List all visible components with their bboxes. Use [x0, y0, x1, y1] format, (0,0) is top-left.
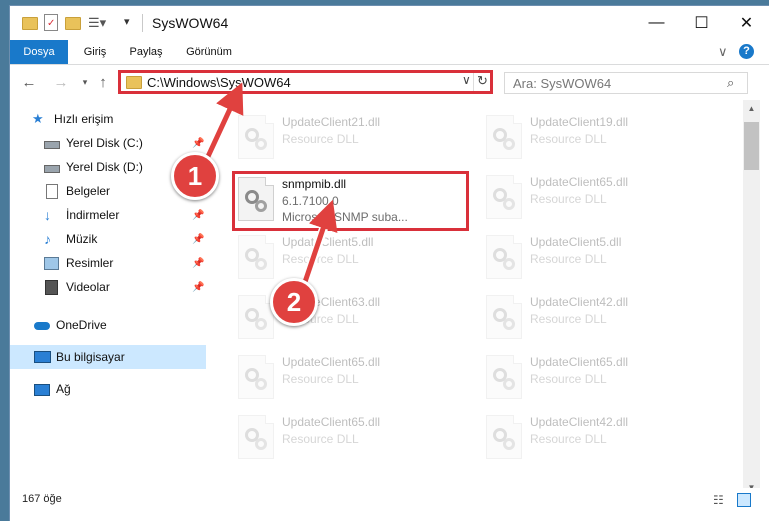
dll-file-icon [238, 295, 274, 339]
network-icon [34, 382, 50, 396]
status-bar: 167 öğe ☷ [10, 488, 769, 513]
quick-access-dropdown-icon[interactable]: ▾ [124, 15, 130, 28]
scrollbar-thumb[interactable] [744, 122, 759, 170]
maximize-button[interactable]: ☐ [679, 6, 724, 40]
address-path[interactable]: C:\Windows\SysWOW64 [147, 75, 291, 90]
up-button[interactable]: ↑ [94, 73, 112, 91]
dll-file-icon [486, 115, 522, 159]
tab-home[interactable]: Giriş [76, 40, 114, 64]
title-bar: ✓ ☰▾ ▾ SysWOW64 — ☐ ✕ [10, 6, 769, 40]
dll-file-icon [486, 175, 522, 219]
sidebar-item-network[interactable]: Ağ [10, 377, 206, 401]
cloud-icon [34, 318, 50, 332]
callout-badge-2: 2 [270, 278, 318, 326]
document-icon [44, 184, 58, 199]
file-item[interactable]: UpdateClient5.dll Resource DLL [480, 229, 720, 285]
address-bar[interactable]: C:\Windows\SysWOW64 ∨ ↻ [118, 70, 493, 94]
item-count: 167 öğe [22, 493, 62, 505]
file-item[interactable]: UpdateClient65.dll Resource DLL [480, 169, 720, 225]
download-icon: ↓ [44, 207, 51, 223]
file-item[interactable]: UpdateClient63.dll Resource DLL [232, 289, 472, 345]
dll-file-icon [238, 355, 274, 399]
music-icon: ♪ [44, 231, 51, 247]
picture-icon [44, 256, 59, 270]
sidebar-item-pictures[interactable]: Resimler 📌 [10, 251, 206, 275]
video-icon [44, 280, 58, 295]
sidebar-item-local-disk-c[interactable]: Yerel Disk (C:) 📌 [10, 131, 206, 155]
recent-locations-button[interactable]: ▾ [76, 73, 94, 91]
dll-file-icon [238, 415, 274, 459]
close-button[interactable]: ✕ [724, 6, 769, 40]
dll-file-icon [238, 115, 274, 159]
navigation-bar: ← → ▾ ↑ C:\Windows\SysWOW64 ∨ ↻ Ara: Sys… [10, 65, 769, 99]
sidebar-item-videos[interactable]: Videolar 📌 [10, 275, 206, 299]
file-item[interactable]: UpdateClient65.dll Resource DLL [480, 349, 720, 405]
pin-icon[interactable]: 📌 [192, 210, 204, 221]
search-box[interactable]: Ara: SysWOW64 ⌕ [504, 72, 748, 94]
dll-file-icon [238, 235, 274, 279]
dll-file-icon [486, 295, 522, 339]
tab-file[interactable]: Dosya [10, 40, 68, 64]
dll-file-icon [486, 355, 522, 399]
file-item[interactable]: UpdateClient42.dll Resource DLL [480, 289, 720, 345]
file-item[interactable]: UpdateClient42.dll Resource DLL [480, 409, 720, 465]
sidebar-item-this-pc[interactable]: Bu bilgisayar [10, 345, 206, 369]
file-item[interactable]: UpdateClient65.dll Resource DLL [232, 349, 472, 405]
details-view-icon[interactable]: ☷ [713, 493, 724, 507]
computer-icon [34, 350, 51, 364]
folder-icon [22, 17, 38, 30]
tab-view[interactable]: Görünüm [180, 40, 238, 64]
explorer-window: ✓ ☰▾ ▾ SysWOW64 — ☐ ✕ Dosya Giriş Paylaş… [10, 6, 769, 521]
address-dropdown-icon[interactable]: ∨ [462, 73, 471, 87]
search-placeholder[interactable]: Ara: SysWOW64 [513, 76, 611, 91]
sidebar-item-onedrive[interactable]: OneDrive [10, 313, 206, 337]
pin-icon[interactable]: 📌 [192, 234, 204, 245]
ribbon-tabs: Dosya Giriş Paylaş Görünüm ∨ ? [10, 40, 769, 65]
pin-icon[interactable]: 📌 [192, 138, 204, 149]
file-item[interactable]: UpdateClient19.dll Resource DLL [480, 109, 720, 165]
sidebar-item-quick-access[interactable]: ★ Hızlı erişim [10, 107, 206, 131]
minimize-button[interactable]: — [634, 6, 679, 40]
pin-icon[interactable]: 📌 [192, 258, 204, 269]
star-icon: ★ [32, 111, 44, 126]
folder-icon [126, 76, 142, 89]
window-title: SysWOW64 [152, 15, 229, 31]
properties-icon[interactable]: ✓ [44, 14, 58, 31]
highlight-box [232, 171, 469, 231]
tab-share[interactable]: Paylaş [124, 40, 168, 64]
dll-file-icon [486, 235, 522, 279]
back-button[interactable]: ← [20, 73, 38, 91]
vertical-scrollbar[interactable]: ▲ ▼ [743, 100, 760, 496]
new-folder-icon[interactable] [65, 17, 81, 30]
customize-toolbar-icon[interactable]: ☰▾ [88, 15, 106, 31]
drive-icon [44, 160, 60, 174]
refresh-icon[interactable]: ↻ [477, 73, 488, 89]
search-icon[interactable]: ⌕ [727, 75, 734, 91]
file-item[interactable]: UpdateClient5.dll Resource DLL [232, 229, 472, 285]
pin-icon[interactable]: 📌 [192, 282, 204, 293]
scroll-up-icon[interactable]: ▲ [743, 100, 760, 117]
sidebar-item-music[interactable]: ♪ Müzik 📌 [10, 227, 206, 251]
help-icon[interactable]: ? [739, 44, 754, 59]
forward-button[interactable]: → [52, 73, 70, 91]
expand-ribbon-icon[interactable]: ∨ [718, 44, 728, 60]
large-icons-view-icon[interactable] [737, 493, 751, 507]
file-item[interactable]: UpdateClient65.dll Resource DLL [232, 409, 472, 465]
file-item[interactable]: UpdateClient21.dll Resource DLL [232, 109, 472, 165]
drive-icon [44, 136, 60, 150]
dll-file-icon [486, 415, 522, 459]
callout-badge-1: 1 [171, 152, 219, 200]
sidebar-item-downloads[interactable]: ↓ İndirmeler 📌 [10, 203, 206, 227]
